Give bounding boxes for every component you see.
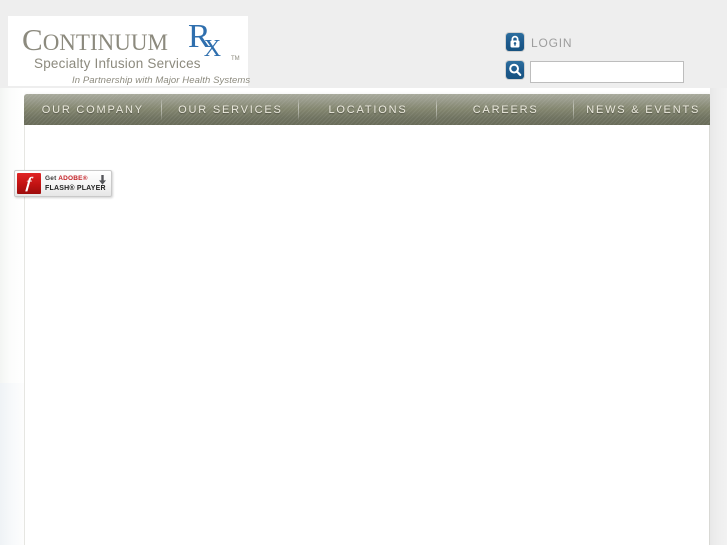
flash-badge-line1: Get ADOBE® xyxy=(45,175,88,182)
flash-adobe-text: ADOBE xyxy=(58,175,83,182)
page-root: CONTINUUM RX TM Specialty Infusion Servi… xyxy=(0,0,727,545)
logo-rx-x: X xyxy=(203,36,222,62)
nav-item-careers[interactable]: CAREERS xyxy=(437,94,575,125)
logo-wordmark: CONTINUUM xyxy=(22,24,168,55)
left-gutter-shade xyxy=(0,383,24,545)
adobe-flash-icon: f xyxy=(17,173,41,194)
flash-adobe-reg: ® xyxy=(82,175,88,182)
search-input[interactable] xyxy=(530,61,684,83)
get-adobe-flash-player-button[interactable]: f Get ADOBE® FLASH® PLAYER xyxy=(14,170,112,197)
nav-label: NEWS & EVENTS xyxy=(586,103,701,116)
nav-label: OUR COMPANY xyxy=(41,103,144,116)
nav-item-locations[interactable]: LOCATIONS xyxy=(299,94,437,125)
right-gutter xyxy=(710,88,727,545)
logo-wordmark-cap: C xyxy=(22,22,43,57)
logo-partnership-line: In Partnership with Major Health Systems xyxy=(72,75,251,86)
logo-rx: RX xyxy=(188,20,228,62)
login-label[interactable]: LOGIN xyxy=(531,36,572,50)
top-band xyxy=(0,0,727,8)
main-content xyxy=(24,125,710,545)
logo: CONTINUUM RX TM Specialty Infusion Servi… xyxy=(12,18,251,87)
flash-get-text: Get xyxy=(45,175,59,182)
logo-wordmark-rest: ONTINUUM xyxy=(42,30,168,55)
nav-label: LOCATIONS xyxy=(328,103,408,116)
logo-trademark: TM xyxy=(231,56,240,62)
nav-item-news-and-events[interactable]: NEWS & EVENTS xyxy=(574,94,712,125)
logo-container[interactable]: CONTINUUM RX TM Specialty Infusion Servi… xyxy=(8,16,251,87)
lock-icon[interactable] xyxy=(506,33,524,51)
download-arrow-icon xyxy=(99,175,106,185)
site-header: CONTINUUM RX TM Specialty Infusion Servi… xyxy=(0,8,727,88)
main-navigation: OUR COMPANY OUR SERVICES LOCATIONS CAREE… xyxy=(24,94,712,125)
flash-badge-line2: FLASH® PLAYER xyxy=(45,185,106,192)
nav-label: CAREERS xyxy=(472,103,539,116)
nav-label: OUR SERVICES xyxy=(178,103,283,116)
nav-item-our-services[interactable]: OUR SERVICES xyxy=(162,94,300,125)
logo-tagline: Specialty Infusion Services xyxy=(34,56,201,71)
right-gutter-top xyxy=(712,8,727,95)
search-icon[interactable] xyxy=(506,61,524,79)
nav-item-our-company[interactable]: OUR COMPANY xyxy=(24,94,162,125)
